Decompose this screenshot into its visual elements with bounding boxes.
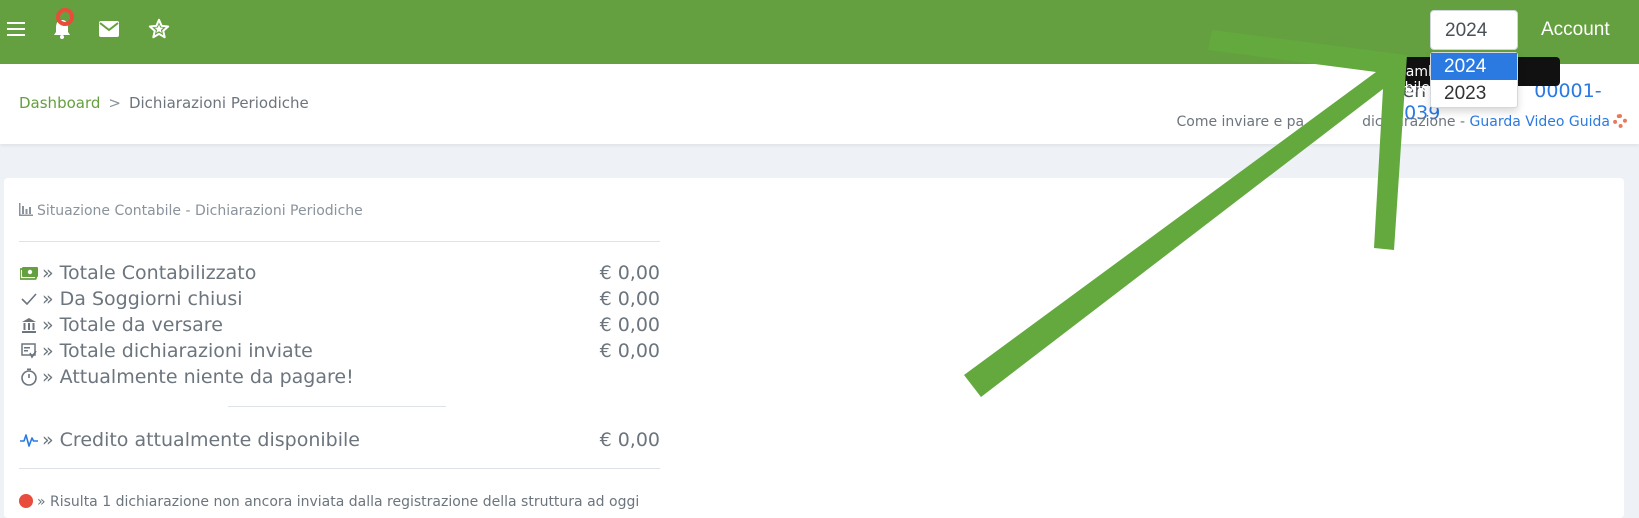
invoice-icon: [19, 341, 39, 361]
video-guide-link[interactable]: Guarda Video Guida: [1470, 114, 1610, 130]
timer-icon: [19, 367, 39, 387]
row-label: » Da Soggiorni chiusi: [42, 288, 243, 310]
row-amount: € 0,00: [599, 262, 660, 284]
bank-icon: [19, 315, 39, 335]
year-dropdown-list: 2024 2023: [1430, 52, 1518, 108]
row-amount: € 0,00: [599, 340, 660, 362]
credit-row: » Credito attualmente disponibile € 0,00: [19, 429, 660, 451]
breadcrumb-home-link[interactable]: Dashboard: [19, 94, 100, 112]
notice-text: » Risulta 1 dichiarazione non ancora inv…: [37, 494, 640, 510]
breadcrumb: Dashboard > Dichiarazioni Periodiche: [19, 94, 309, 112]
row-label: » Totale dichiarazioni inviate: [42, 340, 313, 362]
check-icon: [19, 289, 39, 309]
row-amount: € 0,00: [599, 429, 660, 451]
row-amount: € 0,00: [599, 314, 660, 336]
breadcrumb-current: Dichiarazioni Periodiche: [128, 94, 309, 112]
top-navbar: [0, 0, 1639, 64]
summary-row: » Da Soggiorni chiusi € 0,00: [19, 288, 660, 310]
card-title: Situazione Contabile - Dichiarazioni Per…: [19, 203, 363, 219]
star-icon[interactable]: [144, 14, 174, 44]
row-amount: € 0,00: [599, 288, 660, 310]
video-help-line: Come inviare e pa dichiarazione - Guarda …: [1176, 114, 1627, 130]
card-title-text: Situazione Contabile - Dichiarazioni Per…: [37, 203, 363, 219]
lifebuoy-icon: [1613, 114, 1627, 128]
divider: [19, 468, 660, 469]
divider: [228, 406, 446, 407]
summary-row: » Attualmente niente da pagare!: [19, 366, 660, 388]
tooltip-text-tail: abile: [1396, 80, 1430, 96]
money-icon: [19, 263, 39, 283]
year-option[interactable]: 2024: [1431, 53, 1517, 80]
video-help-text: Come inviare e pa: [1176, 114, 1305, 130]
summary-row: » Totale Contabilizzato € 0,00: [19, 262, 660, 284]
row-label: » Attualmente niente da pagare!: [42, 366, 354, 388]
summary-row: » Totale dichiarazioni inviate € 0,00: [19, 340, 660, 362]
notification-badge: [56, 8, 74, 26]
video-help-text-tail: dichiarazione -: [1362, 114, 1470, 130]
row-label: » Credito attualmente disponibile: [42, 429, 360, 451]
divider: [19, 241, 660, 242]
row-label: » Totale Contabilizzato: [42, 262, 257, 284]
row-label: » Totale da versare: [42, 314, 223, 336]
hamburger-icon[interactable]: [1, 14, 31, 44]
mail-icon[interactable]: [94, 14, 124, 44]
bar-chart-icon: [19, 203, 33, 216]
year-select[interactable]: 2024: [1430, 10, 1518, 50]
account-menu[interactable]: Account: [1541, 19, 1610, 41]
year-option[interactable]: 2023: [1431, 80, 1517, 107]
pulse-icon: [19, 430, 39, 450]
summary-row: » Totale da versare € 0,00: [19, 314, 660, 336]
notice-line: » Risulta 1 dichiarazione non ancora inv…: [19, 494, 639, 510]
chevron-right-icon: >: [108, 94, 121, 112]
